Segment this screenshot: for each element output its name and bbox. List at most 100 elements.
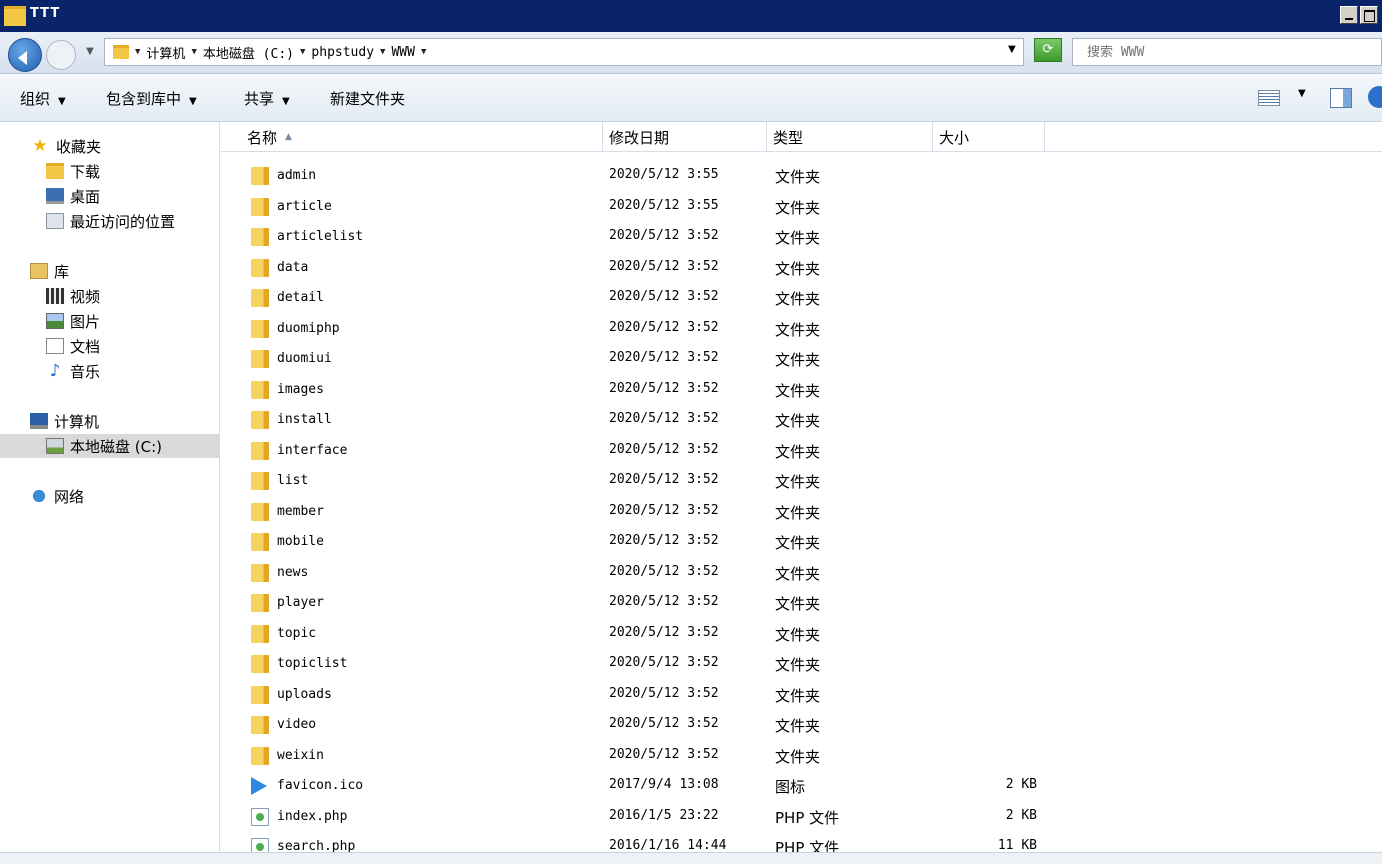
organize-button[interactable]: 组织 ▼ — [20, 88, 66, 109]
file-name: interface — [277, 442, 348, 458]
disk-drive-icon — [46, 438, 64, 454]
file-row[interactable]: data 2020/5/12 3:52 文件夹 — [221, 253, 1382, 283]
breadcrumb-computer[interactable]: 计算机 — [146, 43, 185, 62]
file-name: topic — [277, 625, 317, 641]
column-header-date[interactable]: 修改日期 — [603, 122, 767, 152]
file-row[interactable]: member 2020/5/12 3:52 文件夹 — [221, 497, 1382, 527]
file-date: 2020/5/12 3:52 — [609, 350, 719, 365]
file-row[interactable]: list 2020/5/12 3:52 文件夹 — [221, 466, 1382, 496]
folder-icon — [251, 350, 269, 368]
column-header-type[interactable]: 类型 — [767, 122, 933, 152]
minimize-button[interactable] — [1340, 6, 1358, 24]
recent-places-icon — [46, 213, 64, 229]
folder-icon — [251, 228, 269, 246]
breadcrumb-local-disk[interactable]: 本地磁盘 (C:) — [203, 43, 294, 62]
file-type: 文件夹 — [775, 564, 821, 583]
file-name: player — [277, 595, 324, 610]
file-row[interactable]: detail 2020/5/12 3:52 文件夹 — [221, 283, 1382, 313]
chevron-down-icon: ▼ — [58, 96, 66, 107]
sidebar-item-documents[interactable]: 文档 — [0, 334, 220, 358]
file-name: video — [277, 717, 317, 732]
file-type: 文件夹 — [775, 442, 821, 461]
file-row[interactable]: interface 2020/5/12 3:52 文件夹 — [221, 436, 1382, 466]
file-row[interactable]: search.php 2016/1/16 14:44 PHP 文件 11 KB — [221, 832, 1382, 852]
folder-icon — [251, 502, 269, 521]
file-row[interactable]: images 2020/5/12 3:52 文件夹 — [221, 375, 1382, 405]
file-row[interactable]: topiclist 2020/5/12 3:52 文件夹 — [221, 649, 1382, 679]
file-row[interactable]: player 2020/5/12 3:52 文件夹 — [221, 588, 1382, 618]
file-name: detail — [277, 290, 324, 305]
file-type: 文件夹 — [775, 595, 821, 613]
file-row[interactable]: uploads 2020/5/12 3:52 文件夹 — [221, 680, 1382, 710]
chevron-down-icon[interactable]: ▼ — [135, 47, 140, 57]
sidebar-item-downloads[interactable]: 下载 — [0, 159, 220, 183]
chevron-down-icon[interactable]: ▼ — [191, 47, 196, 57]
file-date: 2016/1/16 14:44 — [609, 838, 727, 852]
file-type: 文件夹 — [775, 625, 821, 644]
file-row[interactable]: video 2020/5/12 3:52 文件夹 — [221, 710, 1382, 740]
sidebar-item-recent-places[interactable]: 最近访问的位置 — [0, 209, 220, 233]
chevron-down-icon[interactable]: ▼ — [300, 47, 305, 57]
sidebar-item-music[interactable]: ♪ 音乐 — [0, 359, 220, 383]
refresh-button[interactable]: ⟳ — [1034, 38, 1062, 62]
include-library-label: 包含到库中 — [106, 90, 182, 108]
view-dropdown[interactable]: ▼ — [1298, 88, 1306, 99]
sidebar-item-libraries[interactable]: 库 — [0, 259, 220, 283]
file-name: articlelist — [277, 229, 364, 244]
sidebar-label: 收藏夹 — [56, 137, 102, 156]
sidebar-item-computer[interactable]: 计算机 — [0, 409, 220, 433]
breadcrumb-www[interactable]: WWW — [391, 45, 414, 60]
file-row[interactable]: mobile 2020/5/12 3:52 文件夹 — [221, 527, 1382, 557]
file-date: 2020/5/12 3:52 — [609, 563, 719, 579]
file-row[interactable]: favicon.ico 2017/9/4 13:08 图标 2 KB — [221, 771, 1382, 801]
file-name: data — [277, 259, 309, 275]
chevron-down-icon[interactable]: ▼ — [421, 47, 426, 57]
file-row[interactable]: duomiui 2020/5/12 3:52 文件夹 — [221, 344, 1382, 374]
address-history-dropdown[interactable]: ▼ — [1008, 44, 1016, 55]
file-name: favicon.ico — [277, 778, 364, 793]
include-in-library-button[interactable]: 包含到库中 ▼ — [106, 88, 197, 109]
file-row[interactable]: index.php 2016/1/5 23:22 PHP 文件 2 KB — [221, 802, 1382, 832]
sidebar-item-favorites[interactable]: ★ 收藏夹 — [0, 134, 220, 158]
sidebar-item-pictures[interactable]: 图片 — [0, 309, 220, 333]
music-note-icon: ♪ — [49, 361, 61, 381]
chevron-down-icon[interactable]: ▼ — [380, 47, 385, 57]
file-row[interactable]: article 2020/5/12 3:55 文件夹 — [221, 192, 1382, 222]
file-date: 2020/5/12 3:52 — [609, 502, 719, 518]
file-name: install — [277, 412, 332, 427]
breadcrumb[interactable]: ▼ 计算机 ▼ 本地磁盘 (C:) ▼ phpstudy ▼ WWW ▼ — [104, 38, 1024, 66]
sidebar-label: 网络 — [54, 487, 85, 506]
folder-icon — [251, 167, 269, 185]
sidebar-item-videos[interactable]: 视频 — [0, 284, 220, 308]
file-type: 文件夹 — [775, 503, 821, 522]
file-row[interactable]: admin 2020/5/12 3:55 文件夹 — [221, 161, 1382, 191]
view-options-icon[interactable] — [1258, 90, 1280, 106]
sidebar-item-desktop[interactable]: 桌面 — [0, 184, 220, 208]
column-header-size[interactable]: 大小 — [933, 122, 1045, 152]
column-header-name[interactable]: 名称 ▲ — [241, 122, 603, 152]
sidebar-item-local-disk[interactable]: 本地磁盘 (C:) — [0, 434, 220, 458]
preview-pane-icon[interactable] — [1330, 88, 1352, 108]
search-box[interactable] — [1072, 38, 1382, 66]
maximize-button[interactable] — [1360, 6, 1378, 24]
file-row[interactable]: duomiphp 2020/5/12 3:52 文件夹 — [221, 314, 1382, 344]
file-row[interactable]: articlelist 2020/5/12 3:52 文件夹 — [221, 222, 1382, 252]
file-type: 文件夹 — [775, 473, 821, 491]
new-folder-button[interactable]: 新建文件夹 — [330, 88, 405, 109]
search-input[interactable] — [1087, 44, 1367, 60]
file-row[interactable]: install 2020/5/12 3:52 文件夹 — [221, 405, 1382, 435]
file-type: 文件夹 — [775, 686, 821, 705]
forward-button[interactable] — [46, 40, 76, 70]
file-row[interactable]: topic 2020/5/12 3:52 文件夹 — [221, 619, 1382, 649]
help-icon[interactable] — [1368, 86, 1382, 108]
share-button[interactable]: 共享 ▼ — [244, 88, 290, 109]
recent-pages-dropdown[interactable]: ▼ — [82, 44, 98, 60]
file-name: news — [277, 564, 309, 580]
breadcrumb-phpstudy[interactable]: phpstudy — [311, 45, 374, 60]
file-row[interactable]: weixin 2020/5/12 3:52 文件夹 — [221, 741, 1382, 771]
sidebar-label: 视频 — [70, 287, 101, 306]
file-row[interactable]: news 2020/5/12 3:52 文件夹 — [221, 558, 1382, 588]
back-button[interactable] — [8, 38, 42, 72]
file-date: 2020/5/12 3:52 — [609, 716, 719, 731]
sidebar-item-network[interactable]: 网络 — [0, 484, 220, 508]
